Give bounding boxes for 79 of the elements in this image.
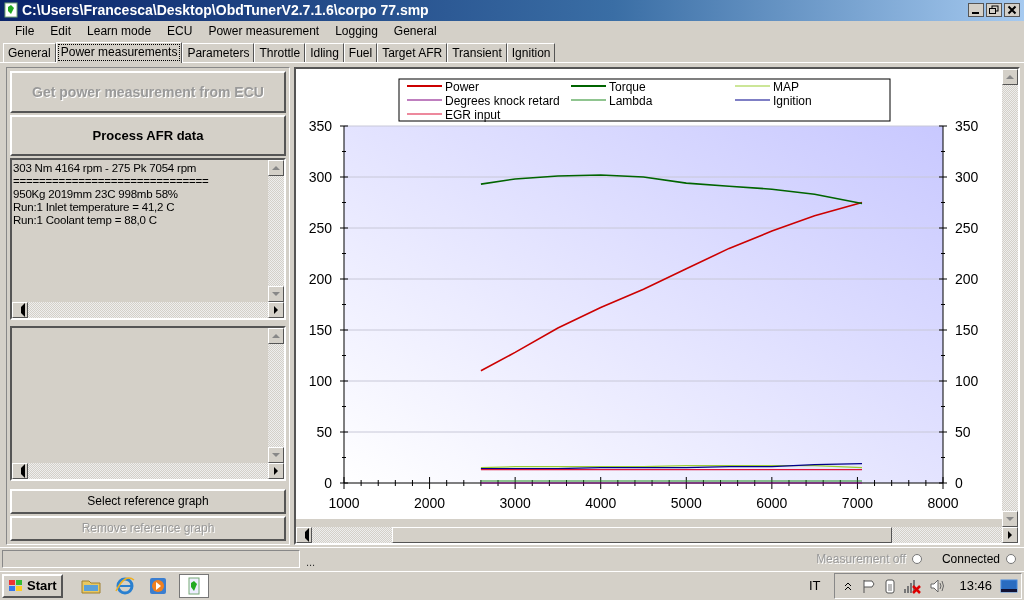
radio-button[interactable] <box>1006 554 1016 565</box>
tick-label: 300 <box>308 168 332 185</box>
tick-label: 8000 <box>927 494 959 511</box>
tick-label: 200 <box>308 270 332 287</box>
tick-label: 250 <box>955 219 979 236</box>
minimize-icon[interactable] <box>968 3 984 18</box>
vertical-scrollbar[interactable] <box>268 160 284 302</box>
windows-logo-icon <box>8 578 24 593</box>
menu-item[interactable]: ECU <box>160 24 200 39</box>
legend-label: Torque <box>609 79 646 94</box>
tick-label: 1000 <box>328 494 360 511</box>
show-desktop-icon[interactable] <box>1000 577 1018 594</box>
play-icon[interactable] <box>148 576 167 595</box>
language-indicator[interactable]: IT <box>808 578 821 594</box>
app-icon <box>4 2 18 19</box>
tick-label: 150 <box>308 321 332 338</box>
battery-icon[interactable] <box>885 577 896 594</box>
legend-label: Lambda <box>609 93 653 108</box>
tick-label: 300 <box>955 168 979 185</box>
menu-item[interactable]: Edit <box>43 24 79 39</box>
legend-label: Power <box>445 79 479 94</box>
tab[interactable]: Target AFR <box>377 42 448 62</box>
menu-item[interactable]: Learn mode <box>80 24 159 39</box>
legend-label: Degrees knock retard <box>445 93 560 108</box>
horizontal-scrollbar[interactable] <box>12 462 284 479</box>
tick-label: 350 <box>955 117 979 134</box>
vertical-scrollbar[interactable] <box>1002 68 1018 527</box>
tick-label: 100 <box>308 372 332 389</box>
tick-label: 3000 <box>499 494 531 511</box>
horizontal-scrollbar[interactable] <box>12 301 284 318</box>
clock[interactable]: 13:46 <box>959 578 992 594</box>
restore-icon[interactable] <box>986 3 1002 18</box>
tab[interactable]: General <box>3 42 56 62</box>
tick-label: 100 <box>955 372 979 389</box>
tick-label: 150 <box>955 321 979 338</box>
tick-label: 4000 <box>585 494 617 511</box>
menu-item[interactable]: General <box>386 24 444 39</box>
tab[interactable]: Throttle <box>254 42 306 62</box>
start-button[interactable]: Start <box>2 573 63 598</box>
tick-label: 200 <box>955 270 979 287</box>
log-line: Run:1 Coolant temp = 88,0 C <box>13 214 158 228</box>
action-button[interactable]: Select reference graph <box>10 488 286 514</box>
tab[interactable]: Idling <box>305 42 344 62</box>
menu-item[interactable]: Logging <box>328 24 385 39</box>
network-icon[interactable] <box>903 577 922 594</box>
tab[interactable]: Ignition <box>506 42 556 62</box>
log-line: 950Kg 2019mm 23C 998mb 58% <box>13 188 179 202</box>
status-label: Connected <box>941 552 1000 567</box>
log-line: Run:1 Inlet temperature = 41,2 C <box>13 201 176 215</box>
menu-item[interactable]: File <box>8 24 42 39</box>
tick-label: 250 <box>308 219 332 236</box>
tick-label: 0 <box>955 474 963 491</box>
browser-icon[interactable] <box>114 576 135 595</box>
tick-label: 6000 <box>756 494 788 511</box>
legend-label: EGR input <box>445 107 501 122</box>
status-text: ... <box>306 556 316 569</box>
tick-label: 5000 <box>670 494 702 511</box>
log-line: 303 Nm 4164 rpm - 275 Pk 7054 rpm <box>13 162 198 176</box>
tick-label: 7000 <box>841 494 873 511</box>
window-title: C:\Users\Francesca\Desktop\ObdTunerV2.7.1.6\corpo 77.smp <box>22 2 429 19</box>
menu-item[interactable]: Power measurement <box>201 24 327 39</box>
tick-label: 50 <box>955 423 971 440</box>
tick-label: 350 <box>308 117 332 134</box>
close-icon[interactable] <box>1004 3 1020 18</box>
tab[interactable]: Transient <box>447 42 507 62</box>
vertical-scrollbar[interactable] <box>268 327 284 463</box>
tab[interactable]: Fuel <box>343 42 378 62</box>
tab[interactable]: Power measurements <box>55 41 183 63</box>
tick-label: 50 <box>316 423 332 440</box>
log-line: ============================== <box>13 175 210 189</box>
tick-label: 0 <box>324 474 332 491</box>
horizontal-scrollbar[interactable] <box>296 526 1018 543</box>
speaker-icon[interactable] <box>929 577 946 594</box>
app-icon[interactable] <box>178 573 209 598</box>
legend-label: Ignition <box>773 93 812 108</box>
tab[interactable]: Parameters <box>182 42 255 62</box>
tick-label: 2000 <box>414 494 446 511</box>
action-button[interactable]: Process AFR data <box>10 114 286 157</box>
legend-label: MAP <box>773 79 799 94</box>
